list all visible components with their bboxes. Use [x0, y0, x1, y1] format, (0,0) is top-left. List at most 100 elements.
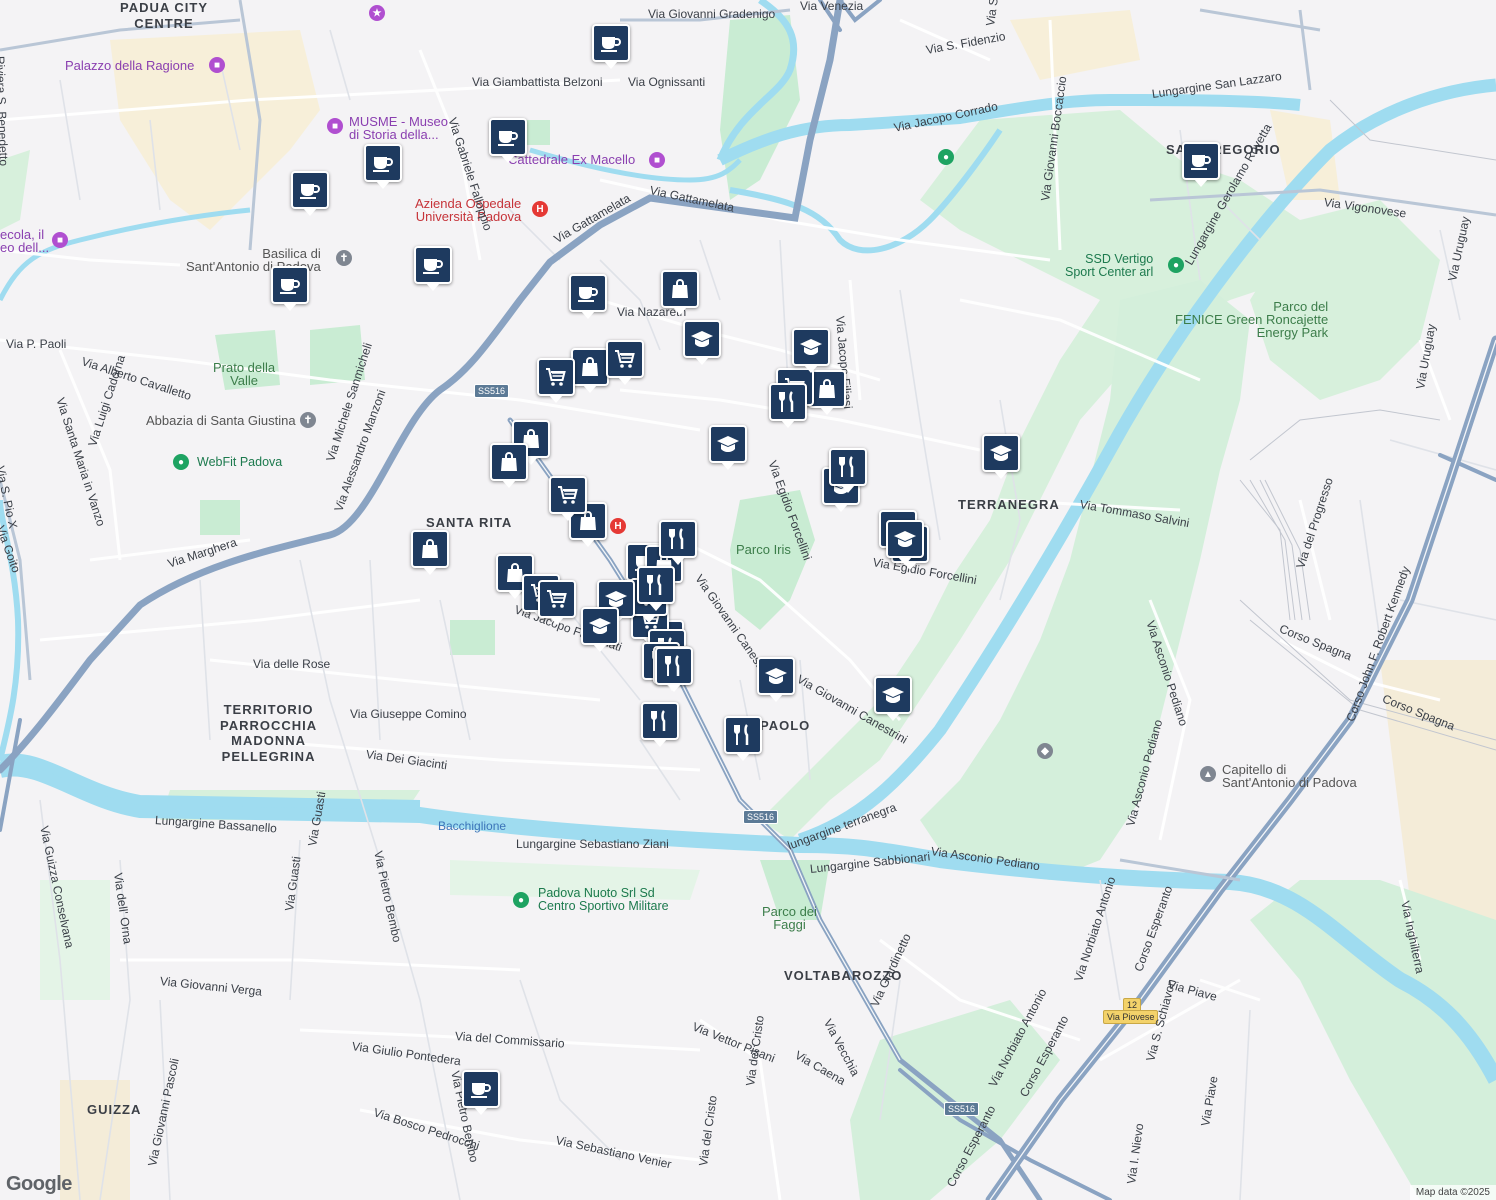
- shopping-bag-marker[interactable]: [571, 348, 609, 393]
- cafe-icon: [576, 281, 600, 305]
- cafe-icon: [298, 178, 322, 202]
- cafe-marker[interactable]: [364, 144, 402, 189]
- school-icon: [989, 441, 1013, 465]
- poi-label-fenice[interactable]: Parco del FENICE Green Roncajette Energy…: [1175, 300, 1328, 339]
- area-label-territorio: TERRITORIO PARROCCHIA MADONNA PELLEGRINA: [220, 702, 318, 764]
- shopping-bag-icon: [815, 377, 839, 401]
- road-shield-ss516: SS516: [474, 384, 510, 398]
- restaurant-marker[interactable]: [659, 520, 697, 565]
- poi-label-webfit[interactable]: WebFit Padova: [197, 456, 282, 469]
- museum-icon[interactable]: ■: [209, 57, 225, 73]
- cafe-icon: [1189, 149, 1213, 173]
- school-marker[interactable]: [709, 425, 747, 470]
- area-label-padua-centre: PADUA CITY CENTRE: [120, 0, 208, 31]
- street-label: Via P. Paoli: [6, 337, 67, 351]
- sports-icon[interactable]: ●: [513, 892, 529, 908]
- school-icon: [893, 527, 917, 551]
- park-poi-icon[interactable]: ●: [938, 149, 954, 165]
- road-shield-ss516: SS516: [944, 1102, 980, 1116]
- shopping-cart-marker[interactable]: [538, 580, 576, 625]
- shopping-bag-icon: [497, 450, 521, 474]
- shopping-cart-marker[interactable]: [606, 340, 644, 385]
- university-icon[interactable]: ◆: [1037, 743, 1053, 759]
- museum-icon[interactable]: ■: [327, 118, 343, 134]
- shopping-bag-marker[interactable]: [411, 530, 449, 575]
- school-marker[interactable]: [874, 676, 912, 721]
- map-attribution[interactable]: Map data ©2025: [1409, 1185, 1496, 1200]
- poi-label-ssd[interactable]: SSD Vertigo Sport Center arl: [1065, 253, 1153, 278]
- school-marker[interactable]: [581, 607, 619, 652]
- school-marker[interactable]: [792, 328, 830, 373]
- sports-icon[interactable]: ●: [173, 454, 189, 470]
- poi-label-prato[interactable]: Prato della Valle: [213, 361, 275, 387]
- museum-icon[interactable]: ★: [369, 5, 385, 21]
- cafe-icon: [371, 151, 395, 175]
- poi-label-palazzo[interactable]: Palazzo della Ragione: [65, 59, 194, 72]
- area-label-guizza: GUIZZA: [87, 1102, 142, 1117]
- church-icon[interactable]: ✝: [336, 250, 352, 266]
- cafe-marker[interactable]: [462, 1070, 500, 1115]
- church-icon[interactable]: ✝: [300, 412, 316, 428]
- map-canvas[interactable]: ★ ■ ■ ■ ■ H H ✝ ✝ ▲ ● ● ● ● ◆ PADUA CITY…: [0, 0, 1496, 1200]
- museum-icon[interactable]: ■: [52, 232, 68, 248]
- school-marker[interactable]: [757, 657, 795, 702]
- school-marker[interactable]: [683, 320, 721, 365]
- church-icon[interactable]: ▲: [1200, 766, 1216, 782]
- restaurant-icon: [776, 390, 800, 414]
- poi-label-capitello[interactable]: Capitello di Sant'Antonio di Padova: [1222, 763, 1357, 789]
- museum-icon[interactable]: ■: [649, 152, 665, 168]
- hospital-icon[interactable]: H: [610, 518, 626, 534]
- cafe-marker[interactable]: [1182, 142, 1220, 187]
- school-icon: [588, 614, 612, 638]
- cafe-marker[interactable]: [569, 274, 607, 319]
- poi-label-padova-nuoto[interactable]: Padova Nuoto Srl Sd Centro Sportivo Mili…: [538, 887, 669, 912]
- hospital-icon[interactable]: H: [532, 201, 548, 217]
- map-base-layer: [0, 0, 1496, 1200]
- shopping-bag-marker[interactable]: [490, 443, 528, 488]
- shopping-cart-marker[interactable]: [537, 358, 575, 403]
- cafe-marker[interactable]: [592, 24, 630, 69]
- street-label: Via delle Rose: [253, 657, 331, 671]
- restaurant-icon: [662, 654, 686, 678]
- poi-label-azienda[interactable]: Azienda Ospedale Università Padova: [415, 197, 521, 223]
- shopping-bag-marker[interactable]: [661, 270, 699, 315]
- cafe-marker[interactable]: [414, 246, 452, 291]
- cafe-icon: [469, 1077, 493, 1101]
- cafe-icon: [496, 125, 520, 149]
- school-marker[interactable]: [982, 434, 1020, 479]
- restaurant-marker[interactable]: [769, 383, 807, 428]
- school-icon: [690, 327, 714, 351]
- poi-label-abbazia[interactable]: Abbazia di Santa Giustina: [146, 414, 296, 427]
- restaurant-marker[interactable]: [829, 448, 867, 493]
- shopping-bag-icon: [668, 277, 692, 301]
- poi-label-parco-faggi[interactable]: Parco dei Faggi: [762, 905, 817, 931]
- school-icon: [881, 683, 905, 707]
- shopping-cart-marker[interactable]: [549, 476, 587, 521]
- restaurant-marker[interactable]: [641, 702, 679, 747]
- school-icon: [799, 335, 823, 359]
- restaurant-marker[interactable]: [724, 716, 762, 761]
- cafe-marker[interactable]: [271, 266, 309, 311]
- river-label: Bacchiglione: [438, 819, 507, 833]
- cafe-icon: [599, 31, 623, 55]
- shopping-cart-icon: [545, 587, 569, 611]
- cafe-marker[interactable]: [291, 171, 329, 216]
- restaurant-icon: [644, 573, 668, 597]
- restaurant-marker[interactable]: [655, 647, 693, 692]
- cafe-marker[interactable]: [489, 118, 527, 163]
- school-icon: [716, 432, 740, 456]
- poi-label-ecola[interactable]: ecola, il eo dell...: [0, 228, 49, 254]
- poi-label-musme[interactable]: MUSME - Museo di Storia della...: [349, 115, 448, 141]
- poi-label-cattedrale[interactable]: Cattedrale Ex Macello: [508, 153, 635, 166]
- restaurant-icon: [666, 527, 690, 551]
- cafe-icon: [278, 273, 302, 297]
- poi-label-parco-iris[interactable]: Parco Iris: [736, 543, 791, 556]
- street-label: Via Ognissanti: [628, 75, 706, 89]
- shopping-cart-icon: [613, 347, 637, 371]
- school-marker[interactable]: [886, 520, 924, 565]
- street-label: Via Giovanni Gradenigo: [648, 7, 776, 21]
- cafe-icon: [421, 253, 445, 277]
- street-label: Via Giuseppe Comino: [350, 707, 467, 721]
- restaurant-icon: [648, 709, 672, 733]
- restaurant-marker[interactable]: [637, 566, 675, 611]
